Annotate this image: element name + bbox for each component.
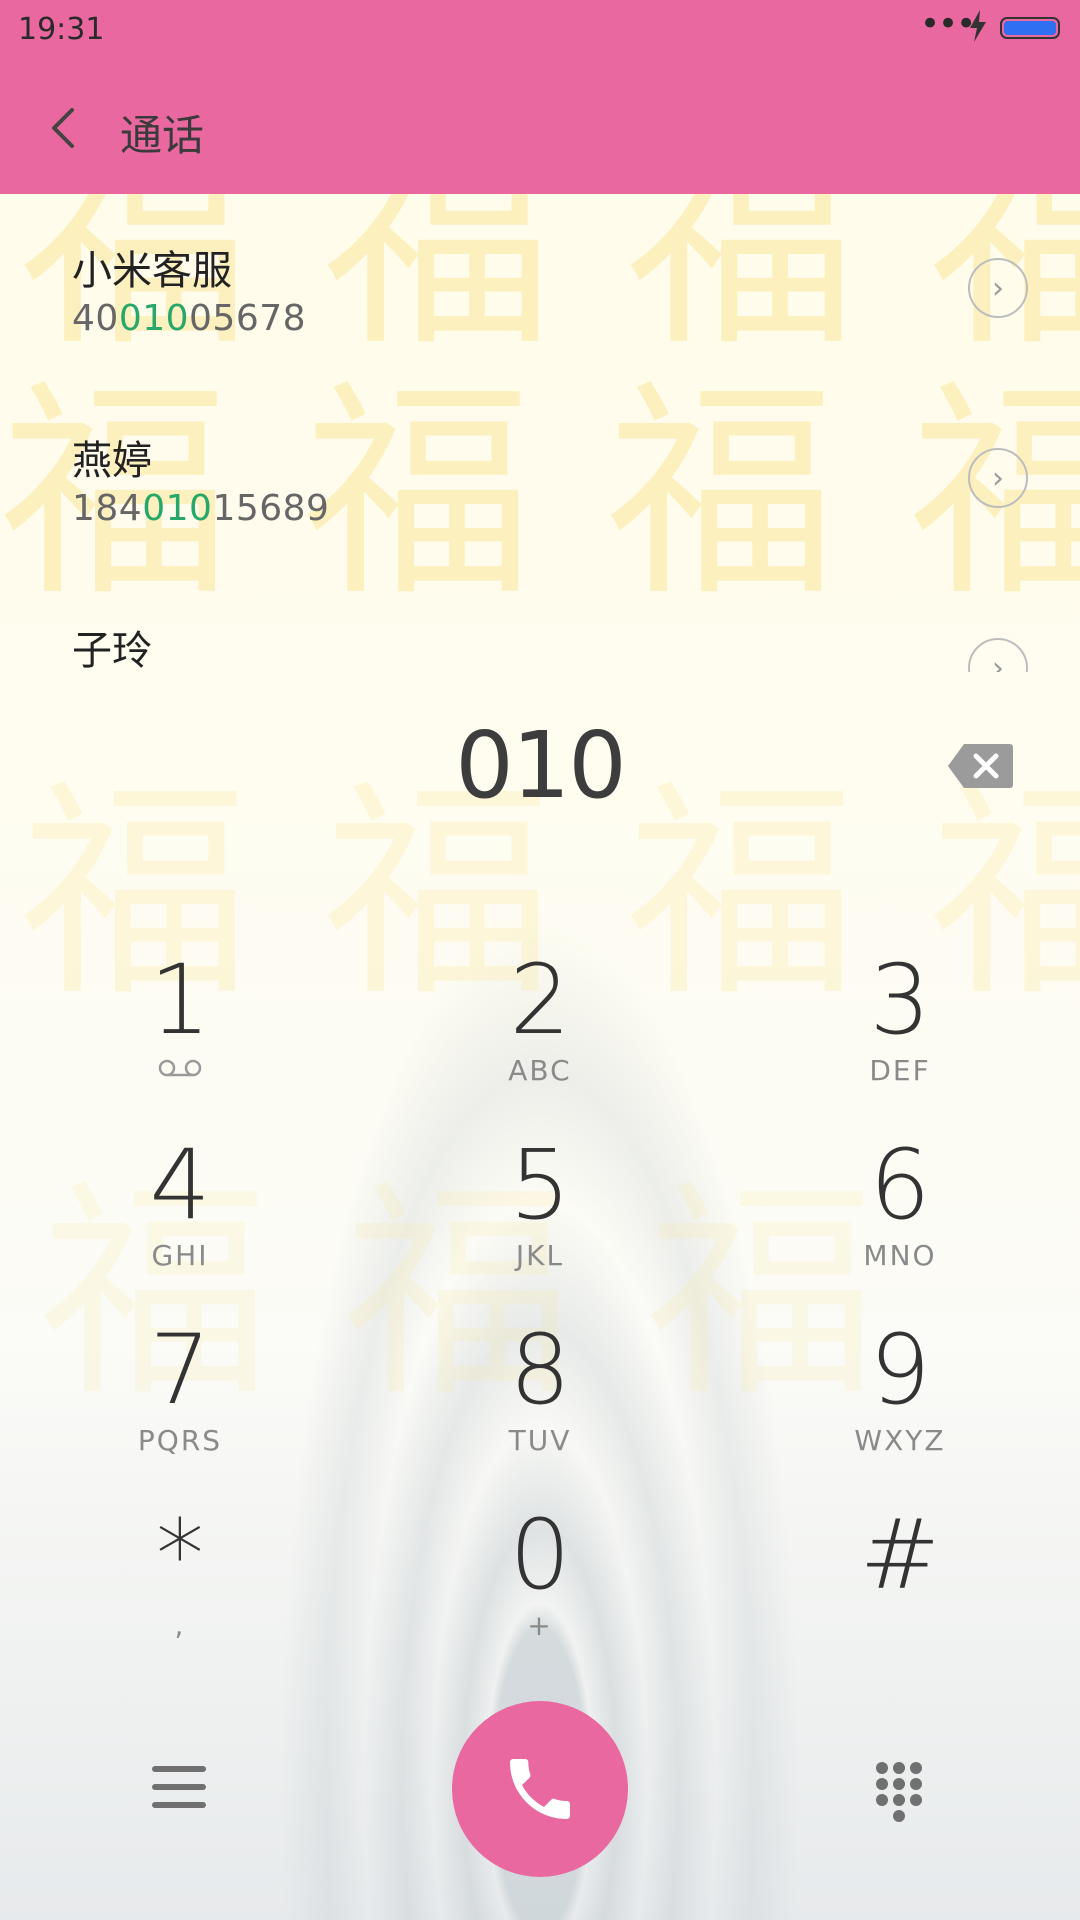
list-item[interactable]: 子玲 › (0, 574, 1080, 672)
key-letters: MNO (863, 1239, 937, 1272)
call-button[interactable] (452, 1701, 628, 1877)
key-3[interactable]: 3 DEF (750, 952, 1050, 1122)
key-letters: , (174, 1609, 186, 1642)
key-0[interactable]: 0 + (390, 1507, 690, 1677)
key-digit: 8 (509, 1314, 571, 1426)
chevron-right-circle-icon[interactable]: › (968, 638, 1028, 672)
phone-icon (510, 1759, 570, 1819)
chevron-left-icon[interactable] (40, 100, 88, 156)
chevron-right-circle-icon[interactable]: › (968, 258, 1028, 318)
key-letters: WXYZ (854, 1424, 946, 1457)
voicemail-icon (158, 1059, 202, 1077)
key-6[interactable]: 6 MNO (750, 1137, 1050, 1307)
contact-name: 小米客服 (72, 248, 232, 294)
status-bar: 19:31 ••• (0, 0, 1080, 62)
key-digit: 5 (509, 1129, 571, 1241)
key-letters: PQRS (137, 1424, 223, 1457)
key-star[interactable]: * , (30, 1507, 330, 1677)
key-8[interactable]: 8 TUV (390, 1322, 690, 1492)
key-letters: DEF (869, 1054, 931, 1087)
contact-name: 燕婷 (72, 438, 152, 484)
chevron-right-circle-icon[interactable]: › (968, 448, 1028, 508)
dialed-number: 010 (455, 712, 627, 819)
contact-number: 4001005678 (72, 298, 307, 339)
key-digit: 4 (149, 1129, 211, 1241)
charging-bolt-icon (970, 10, 986, 42)
key-hash[interactable]: # (750, 1507, 1050, 1677)
more-dots-icon: ••• (920, 4, 976, 44)
key-5[interactable]: 5 JKL (390, 1137, 690, 1307)
key-digit: 2 (509, 944, 571, 1056)
key-4[interactable]: 4 GHI (30, 1137, 330, 1307)
status-time: 19:31 (18, 12, 105, 47)
key-digit: 1 (149, 944, 211, 1056)
key-letters: GHI (151, 1239, 209, 1272)
key-letters: + (527, 1609, 553, 1642)
key-7[interactable]: 7 PQRS (30, 1322, 330, 1492)
key-9[interactable]: 9 WXYZ (750, 1322, 1050, 1492)
key-digit: 3 (869, 944, 931, 1056)
key-2[interactable]: 2 ABC (390, 952, 690, 1122)
battery-icon (1000, 17, 1060, 39)
key-digit: 7 (149, 1314, 211, 1426)
key-digit: # (859, 1499, 941, 1611)
contact-number: 18401015689 (72, 488, 330, 529)
key-letters: ABC (508, 1054, 572, 1087)
key-digit: 9 (869, 1314, 931, 1426)
list-item[interactable]: 小米客服 4001005678 › (0, 194, 1080, 384)
app-header: 通话 (0, 62, 1080, 194)
battery-level (1004, 21, 1056, 35)
key-digit: 0 (509, 1499, 571, 1611)
menu-icon[interactable] (152, 1766, 206, 1808)
contact-suggestions-list: 小米客服 4001005678 › 燕婷 18401015689 › 子玲 › (0, 194, 1080, 672)
key-digit: * (156, 1499, 204, 1611)
key-1[interactable]: 1 (30, 952, 330, 1122)
key-letters: TUV (508, 1424, 572, 1457)
list-item[interactable]: 燕婷 18401015689 › (0, 384, 1080, 574)
key-letters: JKL (515, 1239, 565, 1272)
dialpad-icon[interactable] (874, 1760, 924, 1822)
key-digit: 6 (869, 1129, 931, 1241)
backspace-icon[interactable] (946, 742, 1014, 790)
page-title: 通话 (120, 111, 205, 160)
contact-name: 子玲 (72, 628, 152, 672)
